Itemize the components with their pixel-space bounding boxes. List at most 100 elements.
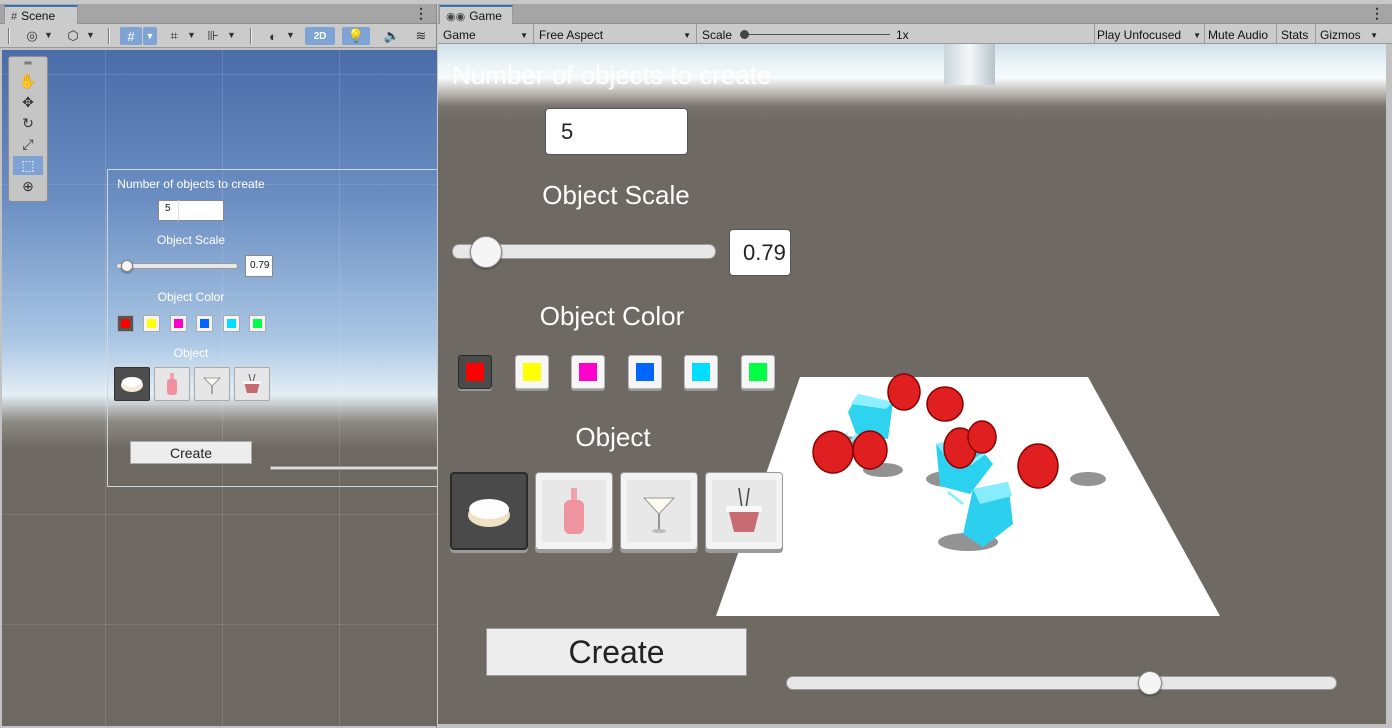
mute-audio-toggle[interactable]: Mute Audio — [1208, 26, 1268, 44]
ground-plane — [716, 377, 1220, 616]
chevron-down-icon: ▼ — [520, 30, 528, 40]
swatch-fill — [121, 319, 130, 328]
noodle-box-icon — [726, 487, 762, 532]
scene-count-input[interactable]: 5 — [158, 200, 224, 221]
scene-scale-input[interactable]: 0.79 — [245, 255, 273, 277]
grid-snap-icon[interactable]: ⌗ — [164, 27, 184, 45]
play-mode-dropdown[interactable]: Play Unfocused ▼ — [1097, 26, 1201, 44]
hand-tool-icon[interactable]: ✋ — [13, 72, 43, 91]
swatch-fill — [692, 363, 710, 381]
move-tool-icon[interactable]: ✥ — [13, 93, 43, 112]
game-object-bottle[interactable] — [535, 472, 613, 550]
game-color-swatch-blue[interactable] — [628, 355, 662, 389]
game-viewport[interactable]: Number of objects to create 5 Object Sca… — [438, 44, 1386, 724]
background-pillar — [944, 44, 995, 85]
game-scale-input[interactable]: 0.79 — [729, 229, 791, 276]
scene-color-swatch-blue[interactable] — [196, 315, 213, 332]
aspect-value: Free Aspect — [539, 28, 604, 42]
scale-slider-handle[interactable] — [740, 30, 749, 39]
shading-sphere-icon[interactable]: ◐ — [263, 27, 283, 45]
stats-toggle[interactable]: Stats — [1281, 26, 1308, 44]
game-scale-handle[interactable] — [470, 236, 503, 268]
increment-snap-icon[interactable]: ⊪ — [203, 27, 223, 45]
cocktail-icon — [642, 497, 676, 533]
aspect-dropdown[interactable]: Free Aspect ▼ — [539, 26, 691, 44]
scene-viewport[interactable]: ═ ✋ ✥ ↻ ⤢ ⬚ ⊕ Number of objects to creat… — [2, 50, 437, 726]
gizmos-dropdown[interactable]: Gizmos ▼ — [1320, 26, 1378, 44]
palette-drag-handle[interactable]: ═ — [13, 58, 43, 69]
scene-color-swatch-yellow[interactable] — [143, 315, 160, 332]
game-create-button[interactable]: Create — [486, 628, 747, 676]
scene-menu-icon[interactable]: ⋮ — [414, 5, 428, 22]
noodle-box-icon — [243, 373, 261, 393]
draw-mode-icon[interactable]: ◎ — [22, 27, 42, 45]
chevron-down-icon: ▼ — [1370, 30, 1378, 40]
transform-tool-icon[interactable]: ⊕ — [13, 177, 43, 196]
scale-slider-track[interactable] — [743, 34, 890, 35]
rect-tool-icon[interactable]: ⬚ — [13, 156, 43, 175]
swatch-fill — [174, 319, 183, 328]
game-color-swatch-yellow[interactable] — [515, 355, 549, 389]
game-camera-slider-track[interactable] — [786, 676, 1337, 690]
game-object-noodle-box[interactable] — [705, 472, 783, 550]
scene-object-label: Object — [173, 346, 209, 360]
scene-toolbar: ◎ ▼ ⬡ ▼ # ▼ ⌗ ▼ ⊪ ▼ ◐ ▼ 2D 💡 🔈 ≋ — [0, 24, 436, 48]
input-divider — [178, 200, 179, 221]
game-color-swatch-green[interactable] — [741, 355, 775, 389]
tab-scene[interactable]: # Scene — [4, 5, 78, 24]
scale-tool-icon[interactable]: ⤢ — [13, 135, 43, 154]
swatch-fill — [636, 363, 654, 381]
game-tab-label: Game — [469, 9, 502, 23]
scene-create-button[interactable]: Create — [130, 441, 252, 464]
scene-object-bottle[interactable] — [154, 367, 190, 401]
game-toolbar: Game ▼ Free Aspect ▼ Scale 1x Play Unfocus… — [438, 24, 1392, 46]
audio-mute-icon[interactable]: 🔈 — [381, 27, 403, 45]
scene-color-swatch-green[interactable] — [249, 315, 266, 332]
tab-game[interactable]: ◉◉ Game — [439, 5, 513, 24]
scene-camera-slider-track[interactable] — [270, 466, 437, 470]
object-thumb — [627, 480, 691, 542]
game-color-swatch-cyan[interactable] — [684, 355, 718, 389]
scale-label: Scale — [702, 28, 733, 42]
scene-object-cocktail[interactable] — [194, 367, 230, 401]
scene-color-swatch-cyan[interactable] — [223, 315, 240, 332]
game-menu-icon[interactable]: ⋮ — [1370, 5, 1384, 22]
effects-layers-icon[interactable]: ≋ — [410, 27, 432, 45]
chevron-down-icon[interactable]: ▼ — [44, 30, 53, 40]
mode-2d-toggle[interactable]: 2D — [305, 27, 335, 45]
swatch-fill — [579, 363, 597, 381]
toolbar-separator — [8, 28, 10, 44]
swatch-fill — [227, 319, 236, 328]
scene-scale-track[interactable] — [116, 263, 238, 269]
rotate-tool-icon[interactable]: ↻ — [13, 114, 43, 133]
game-object-cocktail[interactable] — [620, 472, 698, 550]
game-object-pie[interactable] — [450, 472, 528, 550]
game-count-input[interactable]: 5 — [545, 108, 688, 155]
swatch-fill — [200, 319, 209, 328]
game-color-swatch-red[interactable] — [458, 355, 492, 389]
chevron-down-icon[interactable]: ▼ — [286, 30, 295, 40]
game-camera-slider-handle[interactable] — [1137, 671, 1162, 695]
scene-color-swatch-red[interactable] — [117, 315, 134, 332]
shading-cube-icon[interactable]: ⬡ — [63, 27, 83, 45]
scene-color-swatch-magenta[interactable] — [170, 315, 187, 332]
chevron-down-icon[interactable]: ▼ — [86, 30, 95, 40]
chevron-down-icon[interactable]: ▼ — [143, 27, 157, 45]
game-scale-label: Object Scale — [542, 180, 690, 210]
object-thumb — [542, 480, 606, 542]
display-dropdown[interactable]: Game ▼ — [443, 26, 528, 44]
game-tabbar: ◉◉ Game ⋮ — [438, 4, 1392, 24]
display-value: Game — [443, 28, 476, 42]
game-color-swatch-magenta[interactable] — [571, 355, 605, 389]
game-panel: ◉◉ Game ⋮ Game ▼ Free Aspect ▼ Scale 1x Pla… — [438, 4, 1392, 728]
scene-object-pie[interactable] — [114, 367, 150, 401]
swatch-fill — [253, 319, 262, 328]
lighting-icon[interactable]: 💡 — [342, 27, 370, 45]
toolbar-separator — [1094, 24, 1095, 46]
scale-value: 1x — [896, 28, 909, 42]
chevron-down-icon[interactable]: ▼ — [187, 30, 196, 40]
scene-scale-handle[interactable] — [120, 260, 133, 272]
chevron-down-icon[interactable]: ▼ — [227, 30, 236, 40]
grid-visibility-icon[interactable]: # — [120, 27, 142, 45]
scene-object-noodle-box[interactable] — [234, 367, 270, 401]
